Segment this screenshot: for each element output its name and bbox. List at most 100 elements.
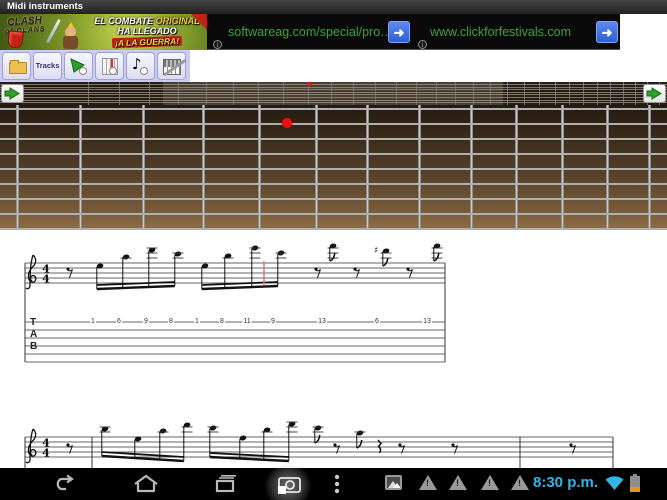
eighth-flag [433, 252, 440, 262]
ad-banner: CLASH of CLANS EL COMBATE ORIGINAL HA LL… [0, 14, 620, 50]
wifi-icon[interactable] [605, 475, 624, 491]
tab-letter: B [30, 341, 38, 352]
cursor-ball-icon [140, 67, 148, 75]
eighth-rest [334, 445, 340, 454]
eighth-rest [353, 267, 357, 271]
note-head [382, 248, 390, 254]
home-button[interactable] [133, 475, 159, 493]
ad2-info-icon[interactable]: i [418, 40, 427, 49]
time-signature-top: 4 [42, 263, 50, 276]
back-button[interactable] [52, 475, 76, 493]
tab-letter: T [30, 317, 37, 328]
ad2-arrow-button[interactable]: ➜ [596, 21, 618, 43]
treble-clef [25, 428, 37, 464]
note-head [263, 427, 271, 433]
beam [201, 284, 278, 291]
tab-fret-number: 13 [422, 318, 432, 326]
fretboard-overview[interactable] [0, 82, 667, 105]
note-head [288, 421, 296, 427]
note-cursor-button[interactable]: ♪ [126, 52, 155, 80]
tab-fret-number: 1 [194, 318, 200, 326]
eighth-rest [66, 267, 70, 271]
scroll-right-button[interactable] [643, 84, 666, 103]
tab-fret-number: 11 [242, 318, 252, 326]
coc-line3: ¡A LA GUERRA! [111, 35, 183, 49]
gallery-notification-icon[interactable] [385, 475, 402, 490]
overview-string-line [0, 84, 667, 85]
gallery-mountain-2 [393, 483, 400, 488]
eighth-flag [314, 434, 321, 444]
scroll-left-button[interactable] [1, 84, 24, 103]
overview-note-dot [307, 82, 312, 86]
keyboard-icon [163, 58, 187, 77]
recents-button[interactable] [213, 475, 237, 493]
toolbar: Tracks ♪ [0, 50, 190, 82]
note-head [148, 247, 156, 253]
ad1-info-icon[interactable]: i [213, 40, 222, 49]
note-head [224, 253, 232, 259]
string-line [0, 183, 667, 185]
battery-level [630, 487, 640, 492]
ad2-link-text[interactable]: www.clickforfestivals.com [430, 14, 571, 50]
eighth-rest [333, 443, 337, 447]
position-cursor-button[interactable] [95, 52, 124, 80]
tab-fret-number: 13 [317, 318, 327, 326]
coc-ad-copy: EL COMBATE ORIGINAL HA LLEGADO ¡A LA GUE… [88, 16, 206, 49]
right-arrow-icon [646, 87, 662, 100]
active-note-dot [282, 118, 292, 128]
tab-fret-number: 6 [116, 318, 122, 326]
note-head [329, 243, 337, 249]
coc-corner-ribbon [191, 14, 207, 30]
ad1-arrow-button[interactable]: ➜ [388, 21, 410, 43]
time-signature-bottom: 4 [42, 273, 50, 286]
coc-barbarian [60, 22, 82, 50]
note-head [251, 245, 259, 251]
title-bar: Midi instruments [0, 0, 667, 14]
overview-string-line [0, 99, 667, 101]
eighth-rest [67, 269, 73, 278]
play-cursor-button[interactable] [64, 52, 93, 80]
keyboard-button[interactable] [157, 52, 187, 80]
app-title: Midi instruments [7, 1, 84, 12]
overview-string-line [0, 91, 667, 93]
main-fretboard[interactable] [0, 105, 667, 230]
cursor-ball-icon [79, 67, 87, 75]
eighth-rest [406, 267, 410, 271]
note-head [159, 428, 167, 434]
battery-icon [630, 474, 640, 492]
beam [101, 451, 184, 458]
warning-notification-icon[interactable] [419, 475, 437, 490]
warning-notification-icon[interactable] [481, 475, 499, 490]
cursor-ball-icon [109, 67, 117, 75]
tab-fret-number: 1 [90, 318, 96, 326]
text-ad-clickforfestivals[interactable]: www.clickforfestivals.com ➜ i [412, 14, 620, 50]
tab-fret-number: 9 [270, 318, 276, 326]
quarter-rest [377, 439, 382, 454]
tab-fret-number: 9 [143, 318, 149, 326]
left-arrow-icon [4, 87, 20, 100]
text-ad-softwareag[interactable]: softwareag.com/special/pro… ➜ i [207, 14, 412, 50]
string-line [0, 153, 667, 155]
treble-clef [25, 254, 37, 290]
open-file-button[interactable] [2, 52, 31, 80]
beam [201, 281, 278, 286]
clock[interactable]: 8:30 p.m. [533, 474, 598, 491]
eighth-rest [66, 443, 70, 447]
ad1-link-text[interactable]: softwareag.com/special/pro… [228, 14, 393, 50]
string-line [0, 213, 667, 215]
gallery-frame [387, 477, 400, 488]
eighth-rest [354, 269, 360, 278]
tab-letter: A [30, 329, 38, 340]
warning-notification-icon[interactable] [511, 475, 529, 490]
barbarian-body [63, 36, 78, 49]
note-head [122, 254, 130, 260]
warning-notification-icon[interactable] [449, 475, 467, 490]
overflow-menu-button[interactable] [334, 474, 340, 494]
app-screen: Midi instruments CLASH of CLANS EL COMBA… [0, 0, 667, 500]
time-signature-top: 4 [42, 437, 50, 450]
note-head [209, 425, 217, 431]
tracks-button[interactable]: Tracks [33, 52, 62, 80]
screenshot-camera-button[interactable] [277, 475, 303, 495]
clash-of-clans-ad[interactable]: CLASH of CLANS EL COMBATE ORIGINAL HA LL… [0, 14, 207, 50]
string-line [0, 198, 667, 200]
